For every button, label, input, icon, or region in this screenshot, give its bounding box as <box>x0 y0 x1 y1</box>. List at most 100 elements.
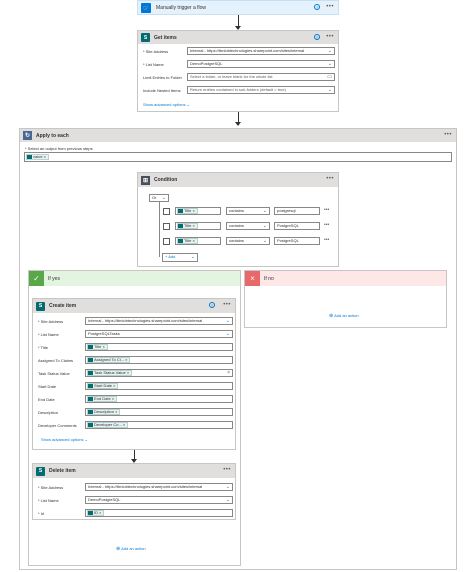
condition-row-checkbox[interactable] <box>163 208 170 215</box>
condition-menu-icon[interactable]: ••• <box>326 176 334 182</box>
field-label: * List Name <box>38 332 59 337</box>
condition-row-checkbox[interactable] <box>163 223 170 230</box>
title-input[interactable]: Title × <box>85 343 233 351</box>
chevron-down-icon: ⌄ <box>161 195 166 201</box>
get-items-menu-icon[interactable]: ••• <box>326 34 334 40</box>
field-label: * Id <box>38 511 45 516</box>
create-item-help-icon[interactable]: ? <box>209 302 215 308</box>
condition-left-operand[interactable]: Title × <box>175 222 221 230</box>
field-label: End Date <box>38 397 55 402</box>
folder-icon[interactable]: ▭ <box>327 74 332 80</box>
title-token[interactable]: Title × <box>87 344 108 350</box>
apply-each-menu-icon[interactable]: ••• <box>444 132 452 138</box>
start-date-token[interactable]: Start Date × <box>87 383 119 389</box>
field-label: * List Name <box>38 498 59 503</box>
condition-operator-select[interactable]: Or ⌄ <box>149 194 169 202</box>
no-add-action-button[interactable]: ⊕ Add an action <box>329 313 359 319</box>
value-token[interactable]: value × <box>26 154 50 160</box>
if-yes-header: ✓ If yes <box>29 271 240 286</box>
select-output-label: * Select an output from previous steps <box>25 146 93 151</box>
select-output-input[interactable]: value × <box>24 152 452 162</box>
nested-items-select[interactable]: Return entries contained in sub-folders … <box>187 86 335 94</box>
sharepoint-icon: S <box>141 33 150 42</box>
condition-row-checkbox[interactable] <box>163 238 170 245</box>
field-label: Task Status Value <box>38 371 70 376</box>
chevron-down-icon: ⌄ <box>190 254 195 260</box>
assigned-to-token[interactable]: Assigned To Cl... × <box>87 357 131 363</box>
list-name-select[interactable]: DemoPostgreSQL ⌄ <box>187 60 335 68</box>
create-item-card[interactable]: S Create item ? ••• * Site Address Inter… <box>32 298 236 450</box>
condition-header[interactable]: ⊞ Condition <box>138 173 338 187</box>
end-date-token[interactable]: End Date × <box>87 396 118 402</box>
get-items-help-icon[interactable]: ? <box>314 34 320 40</box>
condition-operator[interactable]: contains ⌄ <box>226 222 270 230</box>
condition-operator[interactable]: contains ⌄ <box>226 207 270 215</box>
field-label: * Site Address <box>38 319 64 324</box>
site-address-select[interactable]: Internal - https://tbnlobtechnologies.sh… <box>85 317 233 325</box>
create-item-title: Create item <box>49 303 77 309</box>
get-items-title: Get items <box>154 34 177 41</box>
delete-item-card[interactable]: S Delete item ••• * Site Address Interna… <box>32 463 236 520</box>
add-action-icon: ⊕ <box>329 313 334 319</box>
show-advanced-options-link[interactable]: Show advanced options ⌄ <box>143 102 190 107</box>
task-status-input[interactable]: Task Status Value × × <box>85 369 233 377</box>
trigger-card[interactable]: ☞ Manually trigger a flow ? ••• <box>137 0 339 15</box>
condition-right-operand[interactable]: PostgreSQL <box>274 222 320 230</box>
if-no-header: × If no <box>245 271 446 286</box>
condition-left-operand[interactable]: Title × <box>175 237 221 245</box>
clear-icon[interactable]: × <box>227 370 230 376</box>
get-items-header[interactable]: S Get items <box>138 31 338 44</box>
start-date-input[interactable]: Start Date × <box>85 382 233 390</box>
developer-comments-token[interactable]: Developer Co... × <box>87 422 129 428</box>
row-menu-icon[interactable]: ••• <box>324 237 329 243</box>
trigger-icon: ☞ <box>141 3 151 13</box>
task-status-token[interactable]: Task Status Value × <box>87 370 133 376</box>
folder-input[interactable]: Select a folder, or leave blank for the … <box>187 73 335 81</box>
field-label: * Site Address <box>38 485 64 490</box>
description-input[interactable]: Description × <box>85 408 233 416</box>
trigger-menu-icon[interactable]: ••• <box>326 4 334 10</box>
id-input[interactable]: ID × <box>85 509 233 517</box>
title-token[interactable]: Title × <box>177 208 198 214</box>
delete-item-header[interactable]: S Delete item <box>33 464 235 478</box>
add-action-icon: ⊕ <box>116 546 121 552</box>
list-name-select[interactable]: PostgreSQLTasks ⌄ <box>85 330 233 338</box>
chevron-down-icon: ⌄ <box>262 223 267 229</box>
condition-icon: ⊞ <box>141 175 150 185</box>
title-token[interactable]: Title × <box>177 223 198 229</box>
description-token[interactable]: Description × <box>87 409 121 415</box>
show-advanced-options-link[interactable]: Show advanced options ⌄ <box>41 437 88 442</box>
create-item-header[interactable]: S Create item <box>33 299 235 313</box>
chevron-down-icon: ⌄ <box>262 238 267 244</box>
condition-group-bracket <box>159 202 160 257</box>
apply-to-each-header[interactable]: ↻ Apply to each <box>20 129 456 142</box>
condition-right-operand[interactable]: PostgreSQL <box>274 237 320 245</box>
condition-right-operand[interactable]: postgresql <box>274 207 320 215</box>
site-address-select[interactable]: Internal - https://tbnlobtechnologies.sh… <box>85 483 233 491</box>
create-item-menu-icon[interactable]: ••• <box>223 302 231 308</box>
title-token[interactable]: Title × <box>177 238 198 244</box>
condition-add-button[interactable]: + Add ⌄ <box>162 253 198 262</box>
id-token[interactable]: ID × <box>87 510 105 516</box>
close-icon: × <box>245 271 260 286</box>
trigger-help-icon[interactable]: ? <box>314 4 320 10</box>
plus-icon: + <box>165 254 168 259</box>
condition-left-operand[interactable]: Title × <box>175 207 221 215</box>
field-label: * Site Address <box>143 49 169 54</box>
condition-operator[interactable]: contains ⌄ <box>226 237 270 245</box>
site-address-select[interactable]: Internal - https://tbnlobtechnologies.sh… <box>187 47 335 55</box>
yes-add-action-button[interactable]: ⊕ Add an action <box>116 546 146 552</box>
checkmark-icon: ✓ <box>29 271 44 286</box>
developer-comments-input[interactable]: Developer Co... × <box>85 421 233 429</box>
end-date-input[interactable]: End Date × <box>85 395 233 403</box>
chevron-down-icon: ⌄ <box>225 484 230 490</box>
delete-item-menu-icon[interactable]: ••• <box>223 467 231 473</box>
field-label: Assigned To Claims <box>38 358 74 363</box>
list-name-select[interactable]: DemoPostgreSQL ⌄ <box>85 496 233 504</box>
get-items-card[interactable]: S Get items ? ••• * Site Address Interna… <box>137 30 339 112</box>
assigned-to-input[interactable]: Assigned To Cl... × <box>85 356 233 364</box>
condition-card[interactable]: ⊞ Condition ••• Or ⌄ Title × contains ⌄ po… <box>137 172 339 267</box>
row-menu-icon[interactable]: ••• <box>324 207 329 213</box>
delete-item-title: Delete item <box>49 468 76 474</box>
row-menu-icon[interactable]: ••• <box>324 222 329 228</box>
